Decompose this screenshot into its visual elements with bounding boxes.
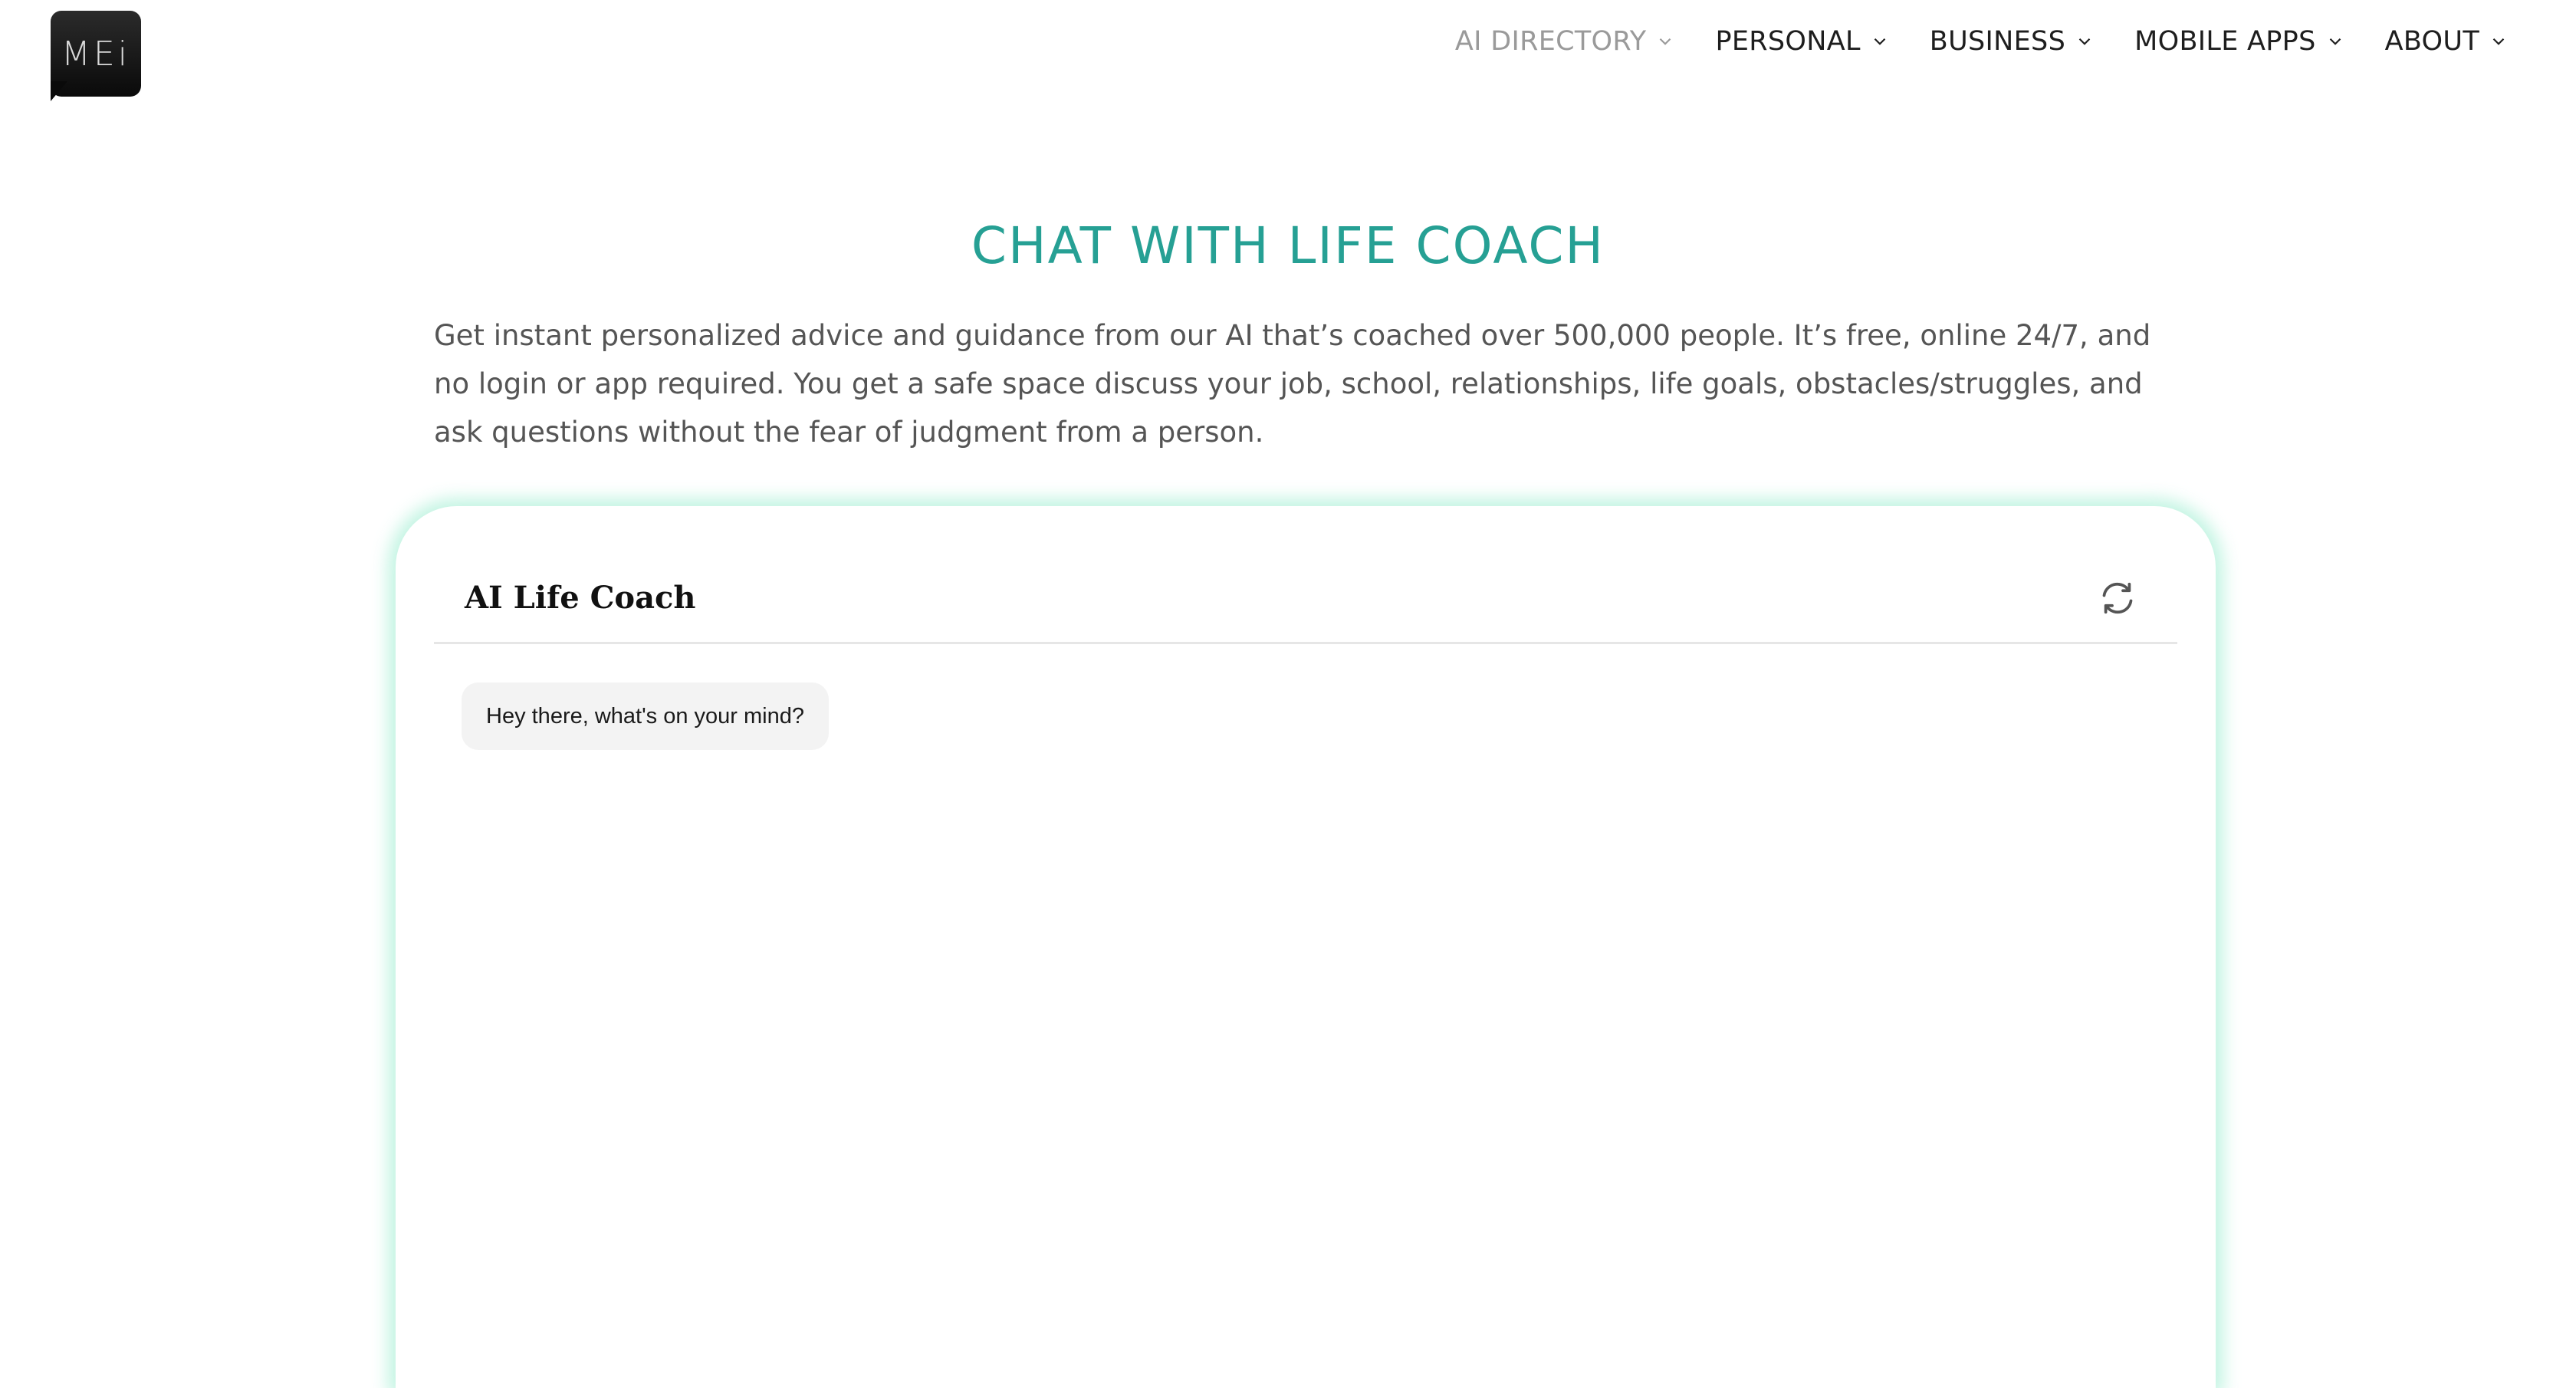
- page-title: CHAT WITH LIFE COACH: [971, 216, 1605, 275]
- chat-messages: Hey there, what's on your mind?: [462, 682, 2148, 750]
- bot-message-bubble: Hey there, what's on your mind?: [462, 682, 829, 750]
- nav-item-personal[interactable]: PERSONAL: [1715, 26, 1889, 57]
- page-description: Get instant personalized advice and guid…: [434, 319, 2151, 449]
- chat-widget: AI Life Coach Hey there, what's on your …: [396, 506, 2216, 1388]
- refresh-icon[interactable]: [2096, 577, 2139, 620]
- site-logo[interactable]: MEi: [51, 11, 141, 101]
- nav-item-label: MOBILE APPS: [2134, 26, 2316, 57]
- nav-item-label: ABOUT: [2384, 26, 2479, 57]
- main-nav: AI DIRECTORY PERSONAL BUSINESS MOBILE AP…: [1415, 26, 2509, 57]
- chat-title: AI Life Coach: [465, 580, 696, 616]
- nav-item-label: BUSINESS: [1929, 26, 2066, 57]
- nav-item-mobile-apps[interactable]: MOBILE APPS: [2134, 26, 2345, 57]
- chevron-down-icon: [2075, 31, 2095, 51]
- site-header: MEi AI DIRECTORY PERSONAL BUSINESS MOBIL…: [0, 0, 2576, 115]
- logo-text: MEi: [61, 34, 130, 74]
- chat-header: AI Life Coach: [434, 574, 2177, 644]
- chevron-down-icon: [1655, 31, 1675, 51]
- nav-item-label: PERSONAL: [1715, 26, 1861, 57]
- logo-speech-tail: [51, 81, 67, 101]
- nav-item-ai-directory[interactable]: AI DIRECTORY: [1455, 26, 1676, 57]
- nav-item-label: AI DIRECTORY: [1454, 26, 1647, 57]
- chevron-down-icon: [2489, 31, 2509, 51]
- nav-item-business[interactable]: BUSINESS: [1930, 26, 2095, 57]
- chevron-down-icon: [1870, 31, 1890, 51]
- chevron-down-icon: [2325, 31, 2345, 51]
- nav-item-about[interactable]: ABOUT: [2385, 26, 2509, 57]
